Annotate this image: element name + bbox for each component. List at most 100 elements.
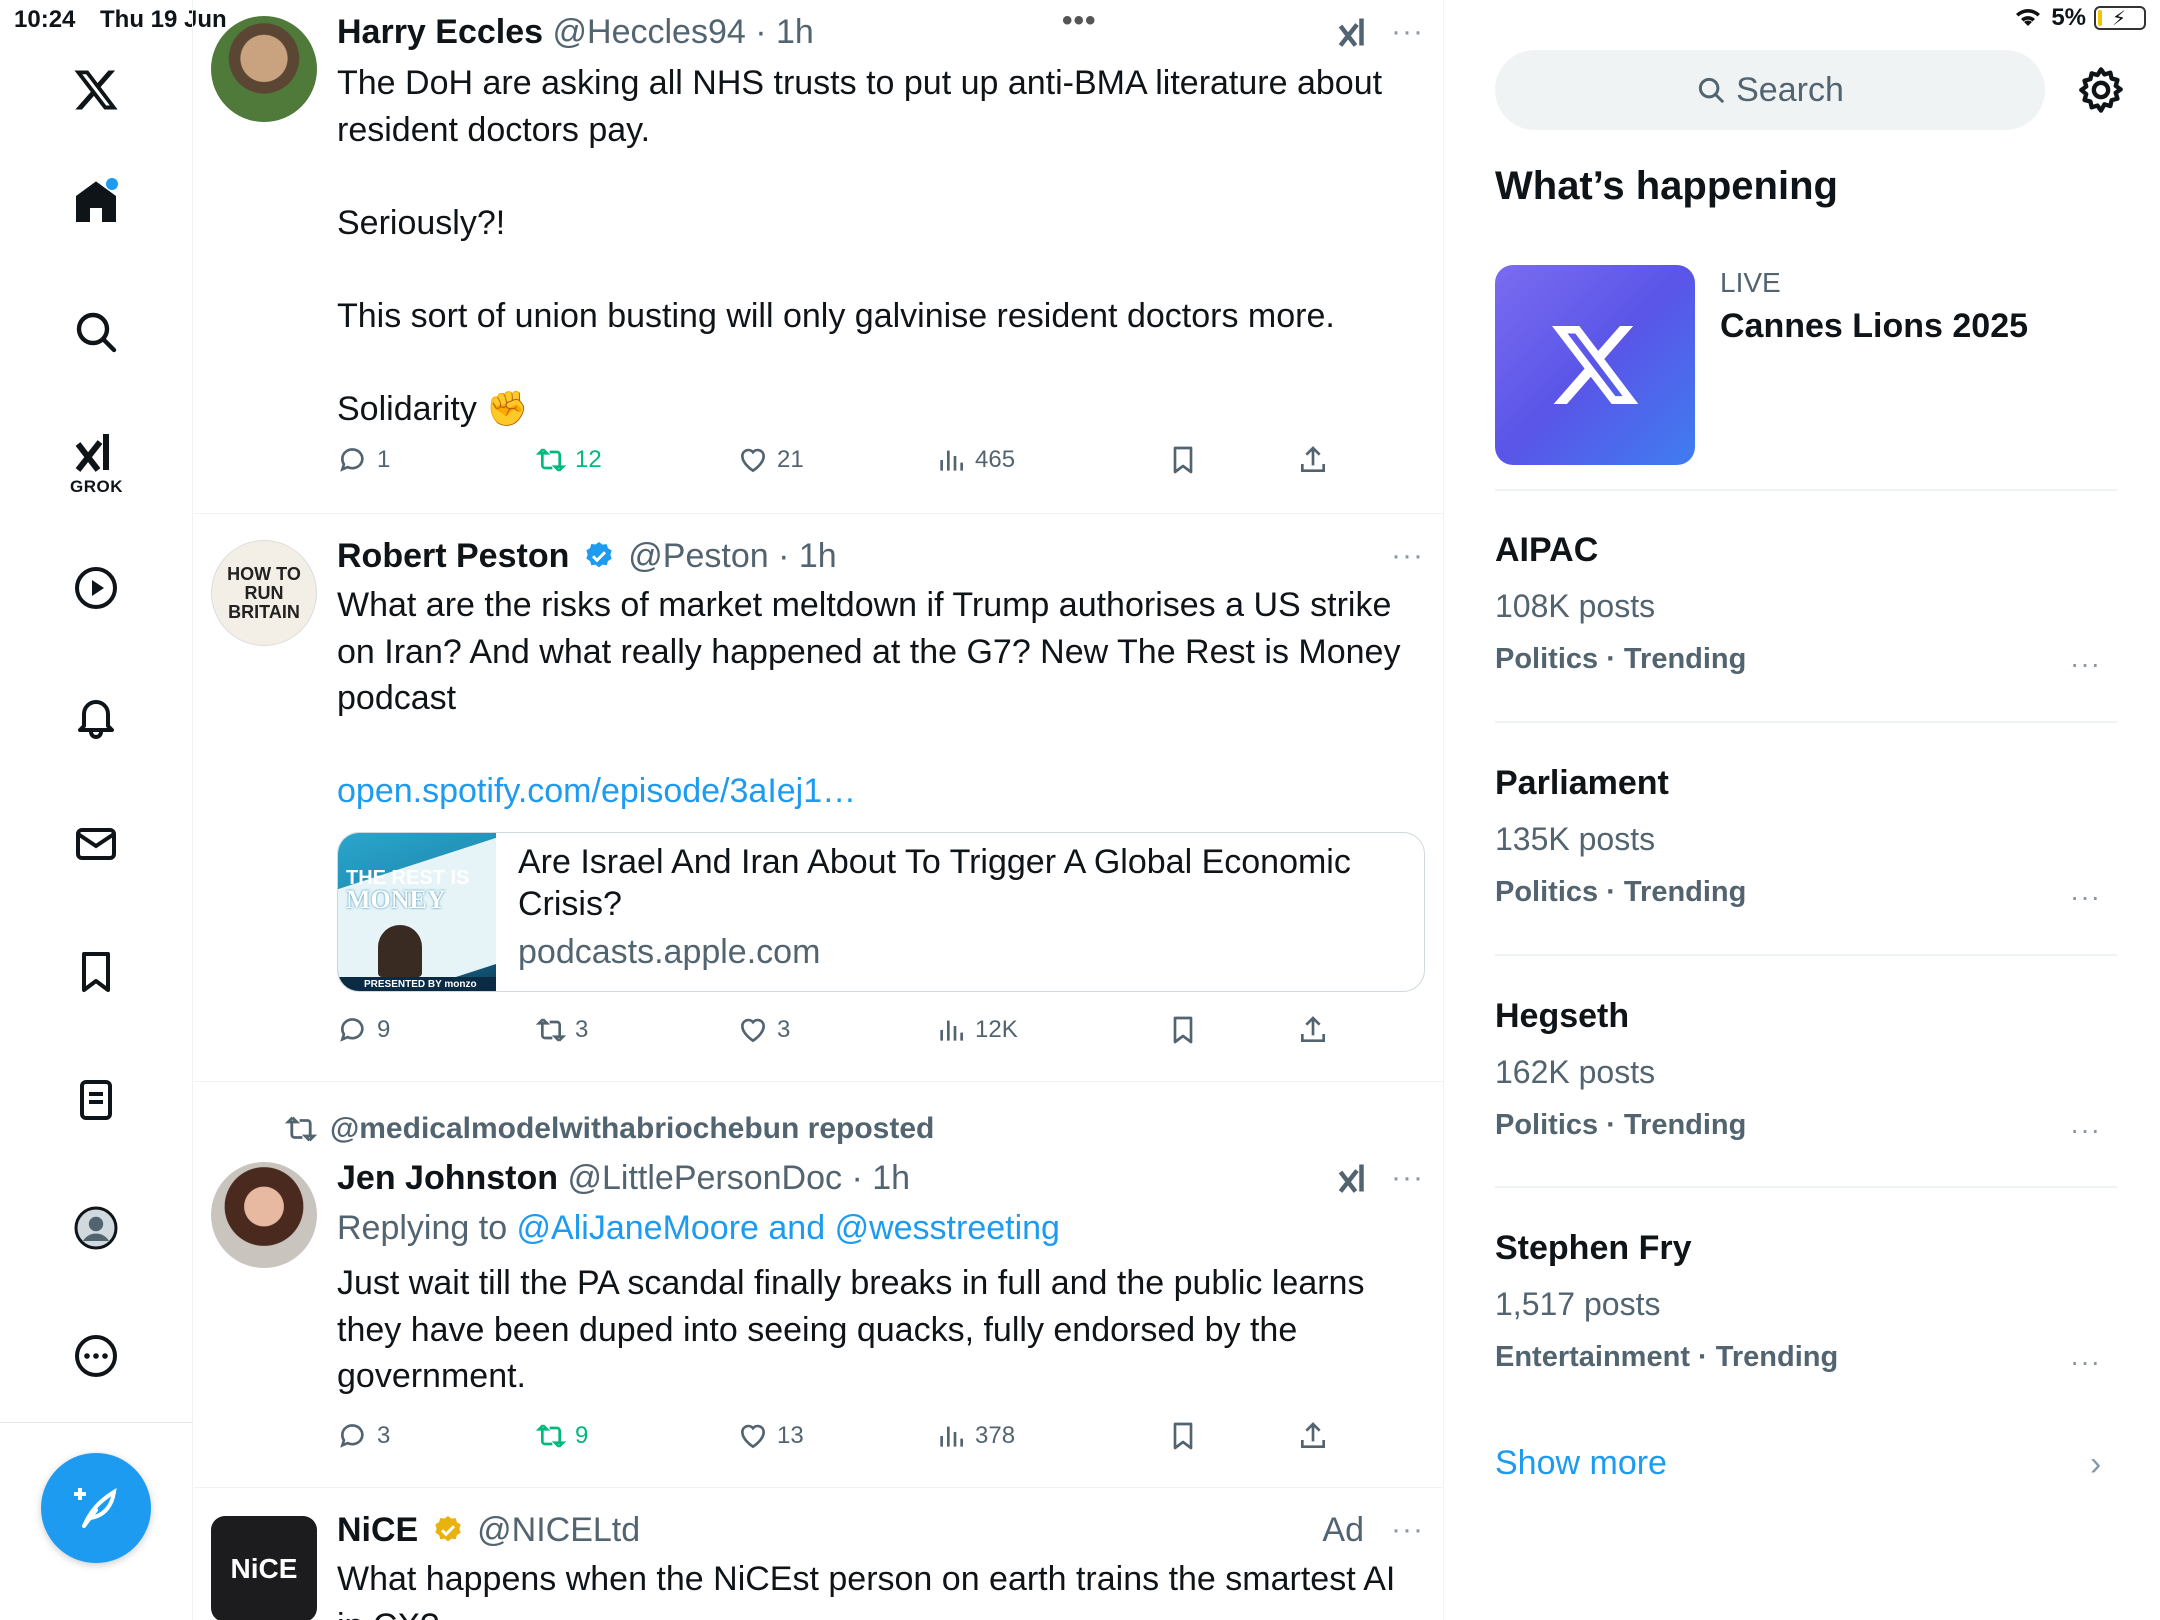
divider xyxy=(1495,489,2117,491)
views-icon xyxy=(940,450,963,471)
author-handle[interactable]: @Peston xyxy=(628,537,768,575)
bookmark-button[interactable] xyxy=(1167,1420,1199,1452)
mail-icon[interactable] xyxy=(64,812,128,876)
author-name[interactable]: Harry Eccles xyxy=(337,13,543,51)
live-event-title[interactable]: Cannes Lions 2025 xyxy=(1720,307,2028,346)
more-icon[interactable]: ··· xyxy=(1391,1158,1424,1198)
nav-divider xyxy=(0,1422,193,1423)
avatar[interactable]: NiCE xyxy=(211,1516,317,1620)
replying-to: Replying to @AliJaneMoore and @wesstreet… xyxy=(337,1209,1060,1247)
search-input[interactable]: Search xyxy=(1495,50,2045,130)
views-button[interactable]: 12K xyxy=(935,1014,1018,1046)
gold-verified-badge-icon xyxy=(435,1516,461,1542)
search-icon[interactable] xyxy=(64,300,128,364)
home-icon[interactable] xyxy=(64,170,128,234)
reply-button[interactable]: 9 xyxy=(337,1014,390,1046)
more-icon[interactable]: ··· xyxy=(2070,1346,2101,1378)
like-button[interactable]: 3 xyxy=(737,1014,790,1046)
more-icon[interactable]: ··· xyxy=(1391,12,1424,52)
x-logo-icon[interactable] xyxy=(64,58,128,122)
avatar[interactable]: HOW TO RUN BRITAIN xyxy=(211,540,317,646)
tweet[interactable]: HOW TO RUN BRITAIN Robert Peston @Peston… xyxy=(194,514,1444,1082)
divider xyxy=(1495,1186,2117,1188)
bookmark-button[interactable] xyxy=(1167,1014,1199,1046)
author-handle[interactable]: @Heccles94 xyxy=(553,13,746,51)
more-icon[interactable]: ··· xyxy=(1391,1510,1424,1550)
repost-context[interactable]: @medicalmodelwithabriochebun reposted xyxy=(284,1112,934,1146)
share-button[interactable] xyxy=(1297,444,1329,476)
search-icon xyxy=(1699,77,1724,103)
bookmark-button[interactable] xyxy=(1167,444,1199,476)
more-icon[interactable]: ··· xyxy=(1391,536,1424,576)
gear-icon[interactable] xyxy=(2075,64,2127,116)
reply-icon xyxy=(340,448,364,472)
author-name[interactable]: Jen Johnston xyxy=(337,1159,558,1197)
link-preview-card[interactable]: THE REST IS MONEY PRESENTED BY monzo Are… xyxy=(337,832,1425,992)
grok-icon[interactable] xyxy=(1336,1160,1372,1205)
repost-icon xyxy=(535,448,567,472)
more-icon[interactable]: ··· xyxy=(2070,1114,2101,1146)
grok-label: GROK xyxy=(70,477,123,496)
card-title: Are Israel And Iran About To Trigger A G… xyxy=(518,843,1351,923)
video-icon[interactable] xyxy=(64,556,128,620)
home-notification-dot xyxy=(106,178,118,190)
divider xyxy=(1495,954,2117,956)
trend-category: Entertainment · Trending xyxy=(1495,1341,1839,1373)
live-event-thumbnail[interactable] xyxy=(1495,265,1695,465)
trend-item[interactable]: Stephen Fry 1,517 posts Entertainment · … xyxy=(1495,1228,2117,1377)
bookmark-icon xyxy=(1173,1422,1193,1450)
show-more-link[interactable]: Show more xyxy=(1495,1444,1667,1483)
reply-button[interactable]: 1 xyxy=(337,444,390,476)
author-name[interactable]: Robert Peston xyxy=(337,537,569,575)
grok-icon[interactable] xyxy=(64,420,128,484)
verified-badge-icon xyxy=(586,542,612,568)
trend-item[interactable]: AIPAC 108K posts Politics · Trending ··· xyxy=(1495,530,2117,679)
lists-icon[interactable] xyxy=(64,1068,128,1132)
tweet-ad[interactable]: NiCE NiCE @NICELtd Ad ··· What happens w… xyxy=(194,1488,1444,1620)
live-label: LIVE xyxy=(1720,267,1781,298)
reply-button[interactable]: 3 xyxy=(337,1420,390,1452)
compose-button[interactable] xyxy=(41,1453,151,1563)
repost-count: 12 xyxy=(575,446,602,473)
tweet[interactable]: @medicalmodelwithabriochebun reposted Je… xyxy=(194,1082,1444,1488)
replying-to-link[interactable]: @AliJaneMoore and @wesstreeting xyxy=(517,1209,1060,1247)
profile-icon[interactable] xyxy=(64,1196,128,1260)
repost-button[interactable]: 9 xyxy=(535,1420,588,1452)
author-handle[interactable]: @LittlePersonDoc xyxy=(567,1159,842,1197)
more-icon[interactable]: ··· xyxy=(2070,648,2101,680)
tweet-link[interactable]: open.spotify.com/episode/3aIej1… xyxy=(337,768,1424,815)
trend-item[interactable]: Parliament 135K posts Politics · Trendin… xyxy=(1495,763,2117,912)
trend-posts: 108K posts xyxy=(1495,588,1656,624)
ad-label: Ad xyxy=(1322,1511,1364,1549)
views-button[interactable]: 378 xyxy=(935,1420,1015,1452)
card-thumbnail: THE REST IS MONEY PRESENTED BY monzo xyxy=(338,833,496,991)
repost-button[interactable]: 3 xyxy=(535,1014,588,1046)
grok-icon[interactable] xyxy=(1336,14,1372,59)
like-button[interactable]: 13 xyxy=(737,1420,804,1452)
more-icon[interactable]: ··· xyxy=(2070,881,2101,913)
repost-button[interactable]: 12 xyxy=(535,444,602,476)
tweet-time[interactable]: · 1h xyxy=(778,537,837,575)
avatar[interactable] xyxy=(211,16,317,122)
trend-category: Politics · Trending xyxy=(1495,876,1747,908)
share-button[interactable] xyxy=(1297,1014,1329,1046)
more-icon[interactable] xyxy=(64,1324,128,1388)
trend-item[interactable]: Hegseth 162K posts Politics · Trending ·… xyxy=(1495,996,2117,1145)
tweet-actions: 1 12 21 465 xyxy=(337,444,1325,484)
chevron-right-icon[interactable]: › xyxy=(2090,1445,2101,1484)
tweet-time[interactable]: · 1h xyxy=(755,13,814,51)
trend-posts: 135K posts xyxy=(1495,821,1656,857)
share-button[interactable] xyxy=(1297,1420,1329,1452)
bell-icon[interactable] xyxy=(64,684,128,748)
timeline[interactable]: Harry Eccles @Heccles94 · 1h ··· The DoH… xyxy=(194,0,1630,1620)
tweet-time[interactable]: · 1h xyxy=(851,1159,910,1197)
tweet[interactable]: Harry Eccles @Heccles94 · 1h ··· The DoH… xyxy=(194,0,1444,514)
author-name[interactable]: NiCE xyxy=(337,1511,418,1549)
bookmark-icon[interactable] xyxy=(64,940,128,1004)
views-button[interactable]: 465 xyxy=(935,444,1015,476)
like-button[interactable]: 21 xyxy=(737,444,804,476)
tweet-text: What are the risks of market meltdown if… xyxy=(337,586,1410,717)
avatar[interactable] xyxy=(211,1162,317,1268)
reply-icon xyxy=(340,1018,364,1042)
author-handle[interactable]: @NICELtd xyxy=(477,1511,640,1549)
